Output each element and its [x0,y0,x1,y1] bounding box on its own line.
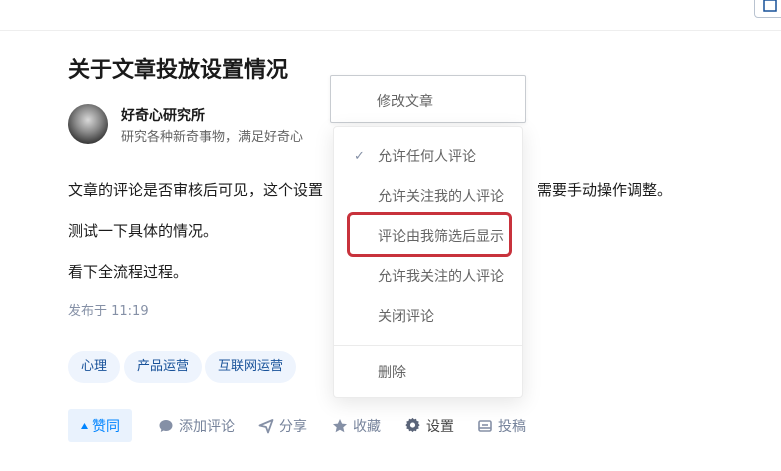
menu-item-label: 关闭评论 [378,309,434,325]
annotation-highlight [347,212,512,257]
share-button[interactable]: 分享 [258,409,307,442]
star-icon [333,418,347,432]
menu-item-allow-anyone[interactable]: ✓ 允许任何人评论 [334,141,522,173]
submit-icon [478,419,492,432]
paragraph-1-tail: 需要手动操作调整。 [537,181,673,199]
submit-label: 投稿 [498,418,526,435]
menu-item-label: 删除 [378,365,406,381]
favorite-button[interactable]: 收藏 [332,409,381,442]
top-bar-divider [0,30,781,31]
menu-item-allow-following[interactable]: 允许我关注的人评论 [334,261,522,293]
menu-divider [334,345,522,346]
avatar[interactable] [68,104,108,144]
settings-label: 设置 [426,418,454,435]
add-comment-button[interactable]: 添加评论 [158,409,235,442]
edit-article-menu[interactable]: 修改文章 [330,75,526,123]
menu-item-close-comments[interactable]: 关闭评论 [334,301,522,333]
triangle-up-icon [81,422,88,429]
check-icon: ✓ [354,149,365,164]
add-comment-label: 添加评论 [179,418,235,435]
favorite-label: 收藏 [353,418,381,435]
vote-button[interactable]: 赞同 [68,409,132,442]
write-icon [763,0,777,12]
gear-icon [405,417,420,433]
comment-settings-menu: ✓ 允许任何人评论 允许关注我的人评论 评论由我筛选后显示 允许我关注的人评论 … [333,126,523,398]
paragraph-3: 看下全流程过程。 [68,263,189,281]
menu-item-label: 允许我关注的人评论 [378,269,504,285]
article-title: 关于文章投放设置情况 [68,58,289,83]
author-name[interactable]: 好奇心研究所 [121,105,205,125]
write-button[interactable] [754,0,781,18]
comment-icon [159,419,173,432]
settings-button[interactable]: 设置 [404,409,454,442]
edit-article-label: 修改文章 [377,94,433,110]
share-icon [258,418,274,433]
menu-item-allow-followers[interactable]: 允许关注我的人评论 [334,181,522,213]
tag-product-operation[interactable]: 产品运营 [124,351,203,383]
author-bio: 研究各种新奇事物，满足好奇心 [121,130,304,145]
menu-item-label: 允许任何人评论 [378,149,476,165]
paragraph-1-text: 文章的评论是否审核后可见，这个设置 [68,181,324,199]
published-time: 发布于 11:19 [68,304,149,319]
vote-label: 赞同 [92,418,120,435]
submit-button[interactable]: 投稿 [477,409,526,442]
tag-internet-operation[interactable]: 互联网运营 [205,351,297,383]
menu-item-label: 允许关注我的人评论 [378,189,504,205]
share-label: 分享 [279,418,307,435]
tag-psychology[interactable]: 心理 [68,351,121,383]
paragraph-2: 测试一下具体的情况。 [68,222,219,240]
paragraph-1: 文章的评论是否审核后可见，这个设置 [68,179,323,200]
menu-item-delete[interactable]: 删除 [334,357,522,389]
